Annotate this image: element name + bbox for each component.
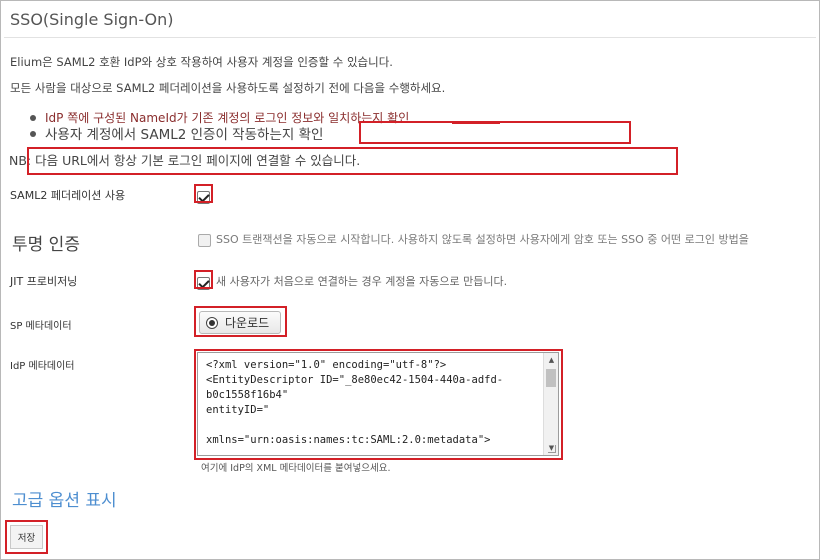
checkbox-icon bbox=[198, 234, 211, 247]
saml2-label: SAML2 페더레이션 사용 bbox=[10, 189, 126, 202]
transparent-auth-heading: 투명 인증 bbox=[12, 235, 80, 255]
list-item: 사용자 계정에서 SAML2 인증이 작동하는지 확인 bbox=[30, 123, 323, 143]
idp-help-text: 여기에 IdP의 XML 메타데이터를 붙여넣으세요. bbox=[201, 463, 391, 474]
highlight-box bbox=[194, 270, 213, 289]
before-text: 모든 사람을 대상으로 SAML2 페더레이션을 사용하도록 설정하기 전에 다… bbox=[10, 81, 446, 95]
bullet-text: 사용자 계정에서 SAML2 인증이 작동하는지 확인 bbox=[45, 127, 324, 143]
transparent-auth-checkbox[interactable] bbox=[198, 230, 211, 249]
highlight-box bbox=[194, 349, 563, 460]
highlight-box bbox=[5, 520, 48, 554]
jit-desc: 새 사용자가 처음으로 연결하는 경우 계정을 자동으로 만듭니다. bbox=[216, 275, 508, 288]
highlight-box bbox=[359, 121, 631, 144]
transparent-auth-desc: SSO 트랜잭션을 자동으로 시작합니다. 사용하지 않도록 설정하면 사용자에… bbox=[216, 233, 749, 246]
highlight-box bbox=[194, 184, 213, 203]
highlight-box bbox=[194, 306, 287, 337]
page-title: SSO(Single Sign-On) bbox=[10, 10, 174, 29]
highlight-box bbox=[27, 147, 678, 175]
idp-metadata-label: IdP 메타데이터 bbox=[10, 361, 75, 372]
advanced-options-link[interactable]: 고급 옵션 표시 bbox=[12, 486, 117, 511]
bullet-icon bbox=[30, 131, 36, 137]
intro-text: Elium은 SAML2 호환 IdP와 상호 작용하여 사용자 계정을 인증할… bbox=[10, 55, 393, 69]
bullet-icon bbox=[30, 114, 36, 121]
sp-metadata-label: SP 메타데이터 bbox=[10, 321, 72, 332]
title-divider bbox=[4, 37, 816, 38]
jit-label: JIT 프로비저닝 bbox=[10, 275, 78, 288]
